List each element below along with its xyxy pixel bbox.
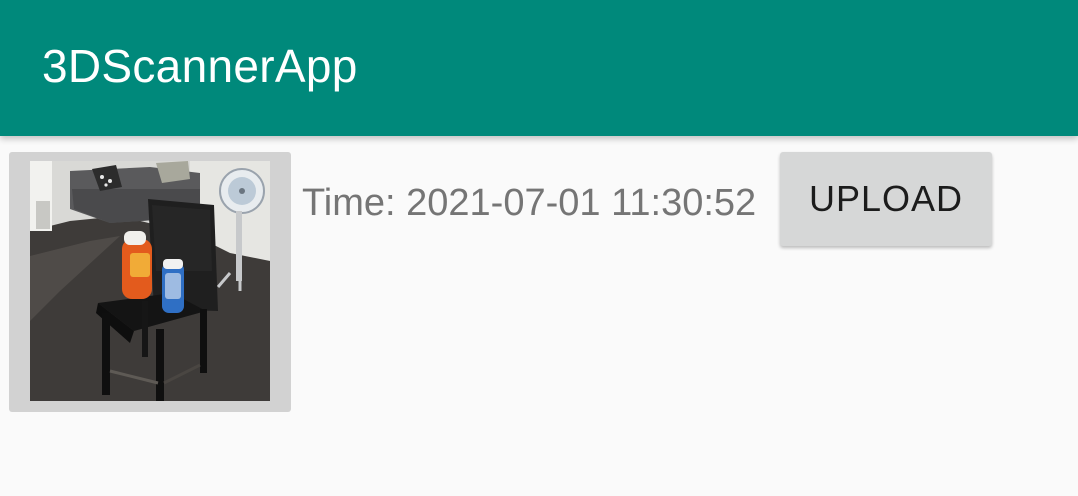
upload-button[interactable]: UPLOAD (780, 152, 992, 246)
scan-thumbnail[interactable] (9, 152, 291, 412)
scan-list-item[interactable]: Time: 2021-07-01 11:30:52 UPLOAD (0, 136, 1078, 426)
scan-time: Time: 2021-07-01 11:30:52 (302, 182, 757, 224)
app-bar: 3DScannerApp (0, 0, 1078, 136)
scan-photo (30, 161, 270, 401)
app-title: 3DScannerApp (42, 40, 358, 92)
